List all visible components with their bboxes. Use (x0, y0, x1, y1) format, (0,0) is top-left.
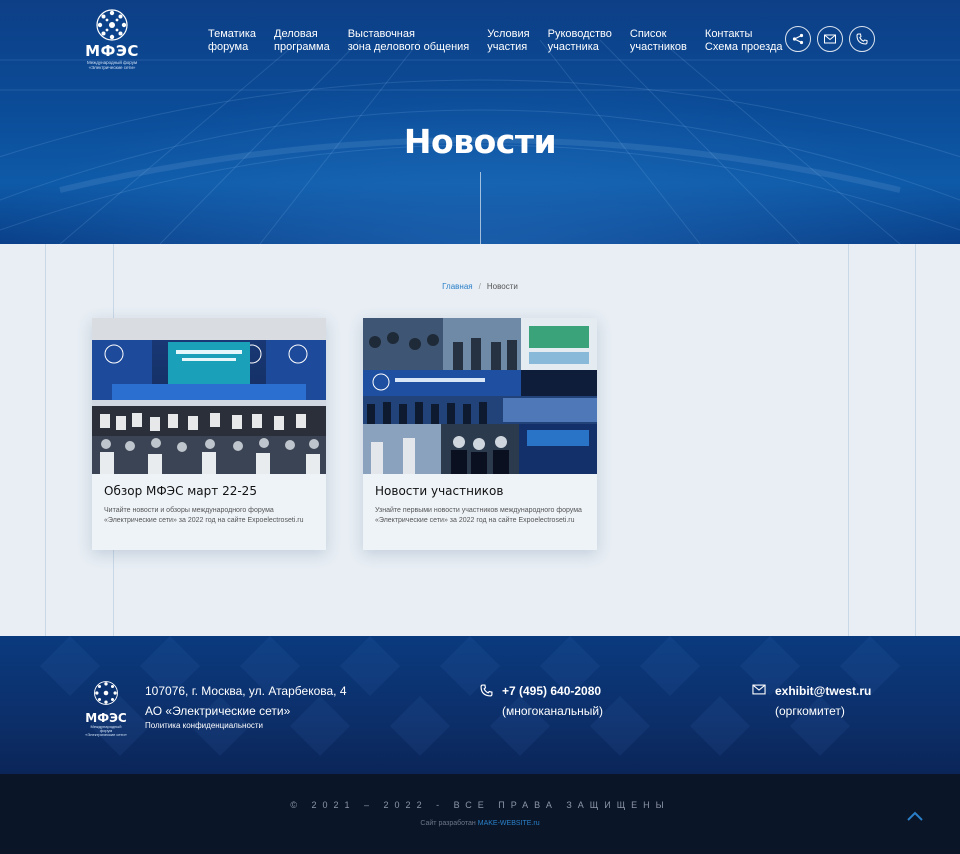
footer-address: 107076, г. Москва, ул. Атарбекова, 4 (145, 684, 347, 698)
footer-email-block: exhibit@twest.ru (оргкомитет) (752, 681, 871, 721)
news-card-image[interactable] (92, 318, 326, 474)
copyright: © 2021 – 2022 - ВСЕ ПРАВА ЗАЩИЩЕНЫ (290, 800, 670, 810)
conference-photo (92, 318, 326, 474)
footer-email-link[interactable]: exhibit@twest.ru (775, 681, 871, 701)
news-card[interactable]: Новости участников Узнайте первыми новос… (363, 318, 597, 550)
main-nav: Тематика форума Деловая программа Выстав… (208, 28, 801, 54)
hero-header: МФЭС Международный форум «Электрические … (0, 0, 960, 244)
logo[interactable]: МФЭС Международный форум «Электрические … (84, 8, 140, 70)
news-card-title[interactable]: Обзор МФЭС март 22-25 (92, 474, 326, 498)
footer-logo[interactable]: МФЭС Международный форум «Электрические … (84, 680, 128, 737)
decor-line (848, 244, 849, 636)
nav-item-forum-topics[interactable]: Тематика форума (208, 28, 256, 54)
news-card-description: Узнайте первыми новости участников между… (375, 507, 582, 524)
made-by-prefix: Сайт разработан (420, 820, 476, 827)
privacy-policy-link[interactable]: Политика конфиденциальности (145, 721, 347, 731)
nav-item-contacts[interactable]: Контакты Схема проезда (705, 28, 783, 54)
decor-line (45, 244, 46, 636)
decor-line (915, 244, 916, 636)
phone-icon (480, 684, 493, 697)
made-by-link[interactable]: MAKE-WEBSITE.ru (478, 820, 540, 827)
footer-address-block: 107076, г. Москва, ул. Атарбекова, 4 АО … (145, 681, 347, 731)
nav-item-label: Деловая (274, 28, 318, 40)
nav-item-business-program[interactable]: Деловая программа (274, 28, 330, 54)
main-content: Главная / Новости Обзор МФЭС март 22-25 … (0, 244, 960, 636)
social-buttons (785, 26, 881, 52)
nav-item-label: Схема проезда (704, 41, 783, 53)
nav-item-label: Тематика (208, 28, 257, 40)
phone-icon (856, 33, 868, 45)
hero-divider (480, 172, 481, 244)
nav-item-label: Условия (487, 28, 530, 40)
news-card[interactable]: Обзор МФЭС март 22-25 Читайте новости и … (92, 318, 326, 550)
nav-item-label: Контакты (704, 28, 753, 40)
nav-item-label: программа (274, 41, 330, 53)
footer-logo-subtitle-2: «Электрические сети» (85, 732, 127, 737)
page-title: Новости (403, 122, 557, 161)
nav-item-label: Выставочная (347, 28, 415, 40)
footer-phone-note: (многоканальный) (502, 704, 604, 718)
footer: МФЭС Международный форум «Электрические … (0, 636, 960, 774)
scroll-to-top-icon[interactable] (906, 810, 924, 822)
news-card-image[interactable] (363, 318, 597, 474)
nav-item-label: участия (487, 41, 528, 53)
logo-name: МФЭС (85, 42, 139, 60)
footer-phone-link[interactable]: +7 (495) 640-2080 (502, 681, 603, 701)
footer-company: АО «Электрические сети» (145, 704, 291, 718)
nav-item-participants-list[interactable]: Список участников (630, 28, 687, 54)
bottom-bar: © 2021 – 2022 - ВСЕ ПРАВА ЗАЩИЩЕНЫ Сайт … (0, 774, 960, 854)
nav-item-label: зона делового общения (347, 41, 470, 53)
breadcrumb-home-link[interactable]: Главная (442, 282, 472, 291)
footer-email-note: (оргкомитет) (775, 704, 845, 718)
nav-item-label: Список (629, 28, 667, 40)
nav-item-label: Руководство (547, 28, 612, 40)
news-card-description: Читайте новости и обзоры международного … (104, 507, 304, 524)
share-icon (792, 33, 804, 45)
made-by: Сайт разработан MAKE-WEBSITE.ru (0, 820, 960, 827)
logo-subtitle-2: «Электрические сети» (88, 65, 136, 70)
footer-phone-block: +7 (495) 640-2080 (многоканальный) (480, 681, 603, 721)
logo-mark-icon (94, 681, 118, 705)
nav-item-participation-terms[interactable]: Условия участия (487, 28, 529, 54)
mail-icon (752, 684, 766, 695)
footer-logo-name: МФЭС (85, 711, 127, 725)
nav-item-label: участников (629, 41, 687, 53)
share-button[interactable] (785, 26, 811, 52)
mail-icon (824, 34, 836, 44)
collage-photo (363, 318, 597, 474)
phone-button[interactable] (849, 26, 875, 52)
breadcrumb-separator: / (478, 282, 481, 291)
news-card-title[interactable]: Новости участников (363, 474, 597, 498)
nav-item-exhibition-zone[interactable]: Выставочная зона делового общения (348, 28, 470, 54)
breadcrumb: Главная / Новости (0, 282, 960, 291)
nav-item-label: форума (208, 41, 249, 53)
breadcrumb-current: Новости (486, 282, 518, 291)
mail-button[interactable] (817, 26, 843, 52)
nav-item-label: участника (547, 41, 599, 53)
nav-item-participant-guide[interactable]: Руководство участника (548, 28, 612, 54)
logo-mark-icon (96, 9, 128, 41)
